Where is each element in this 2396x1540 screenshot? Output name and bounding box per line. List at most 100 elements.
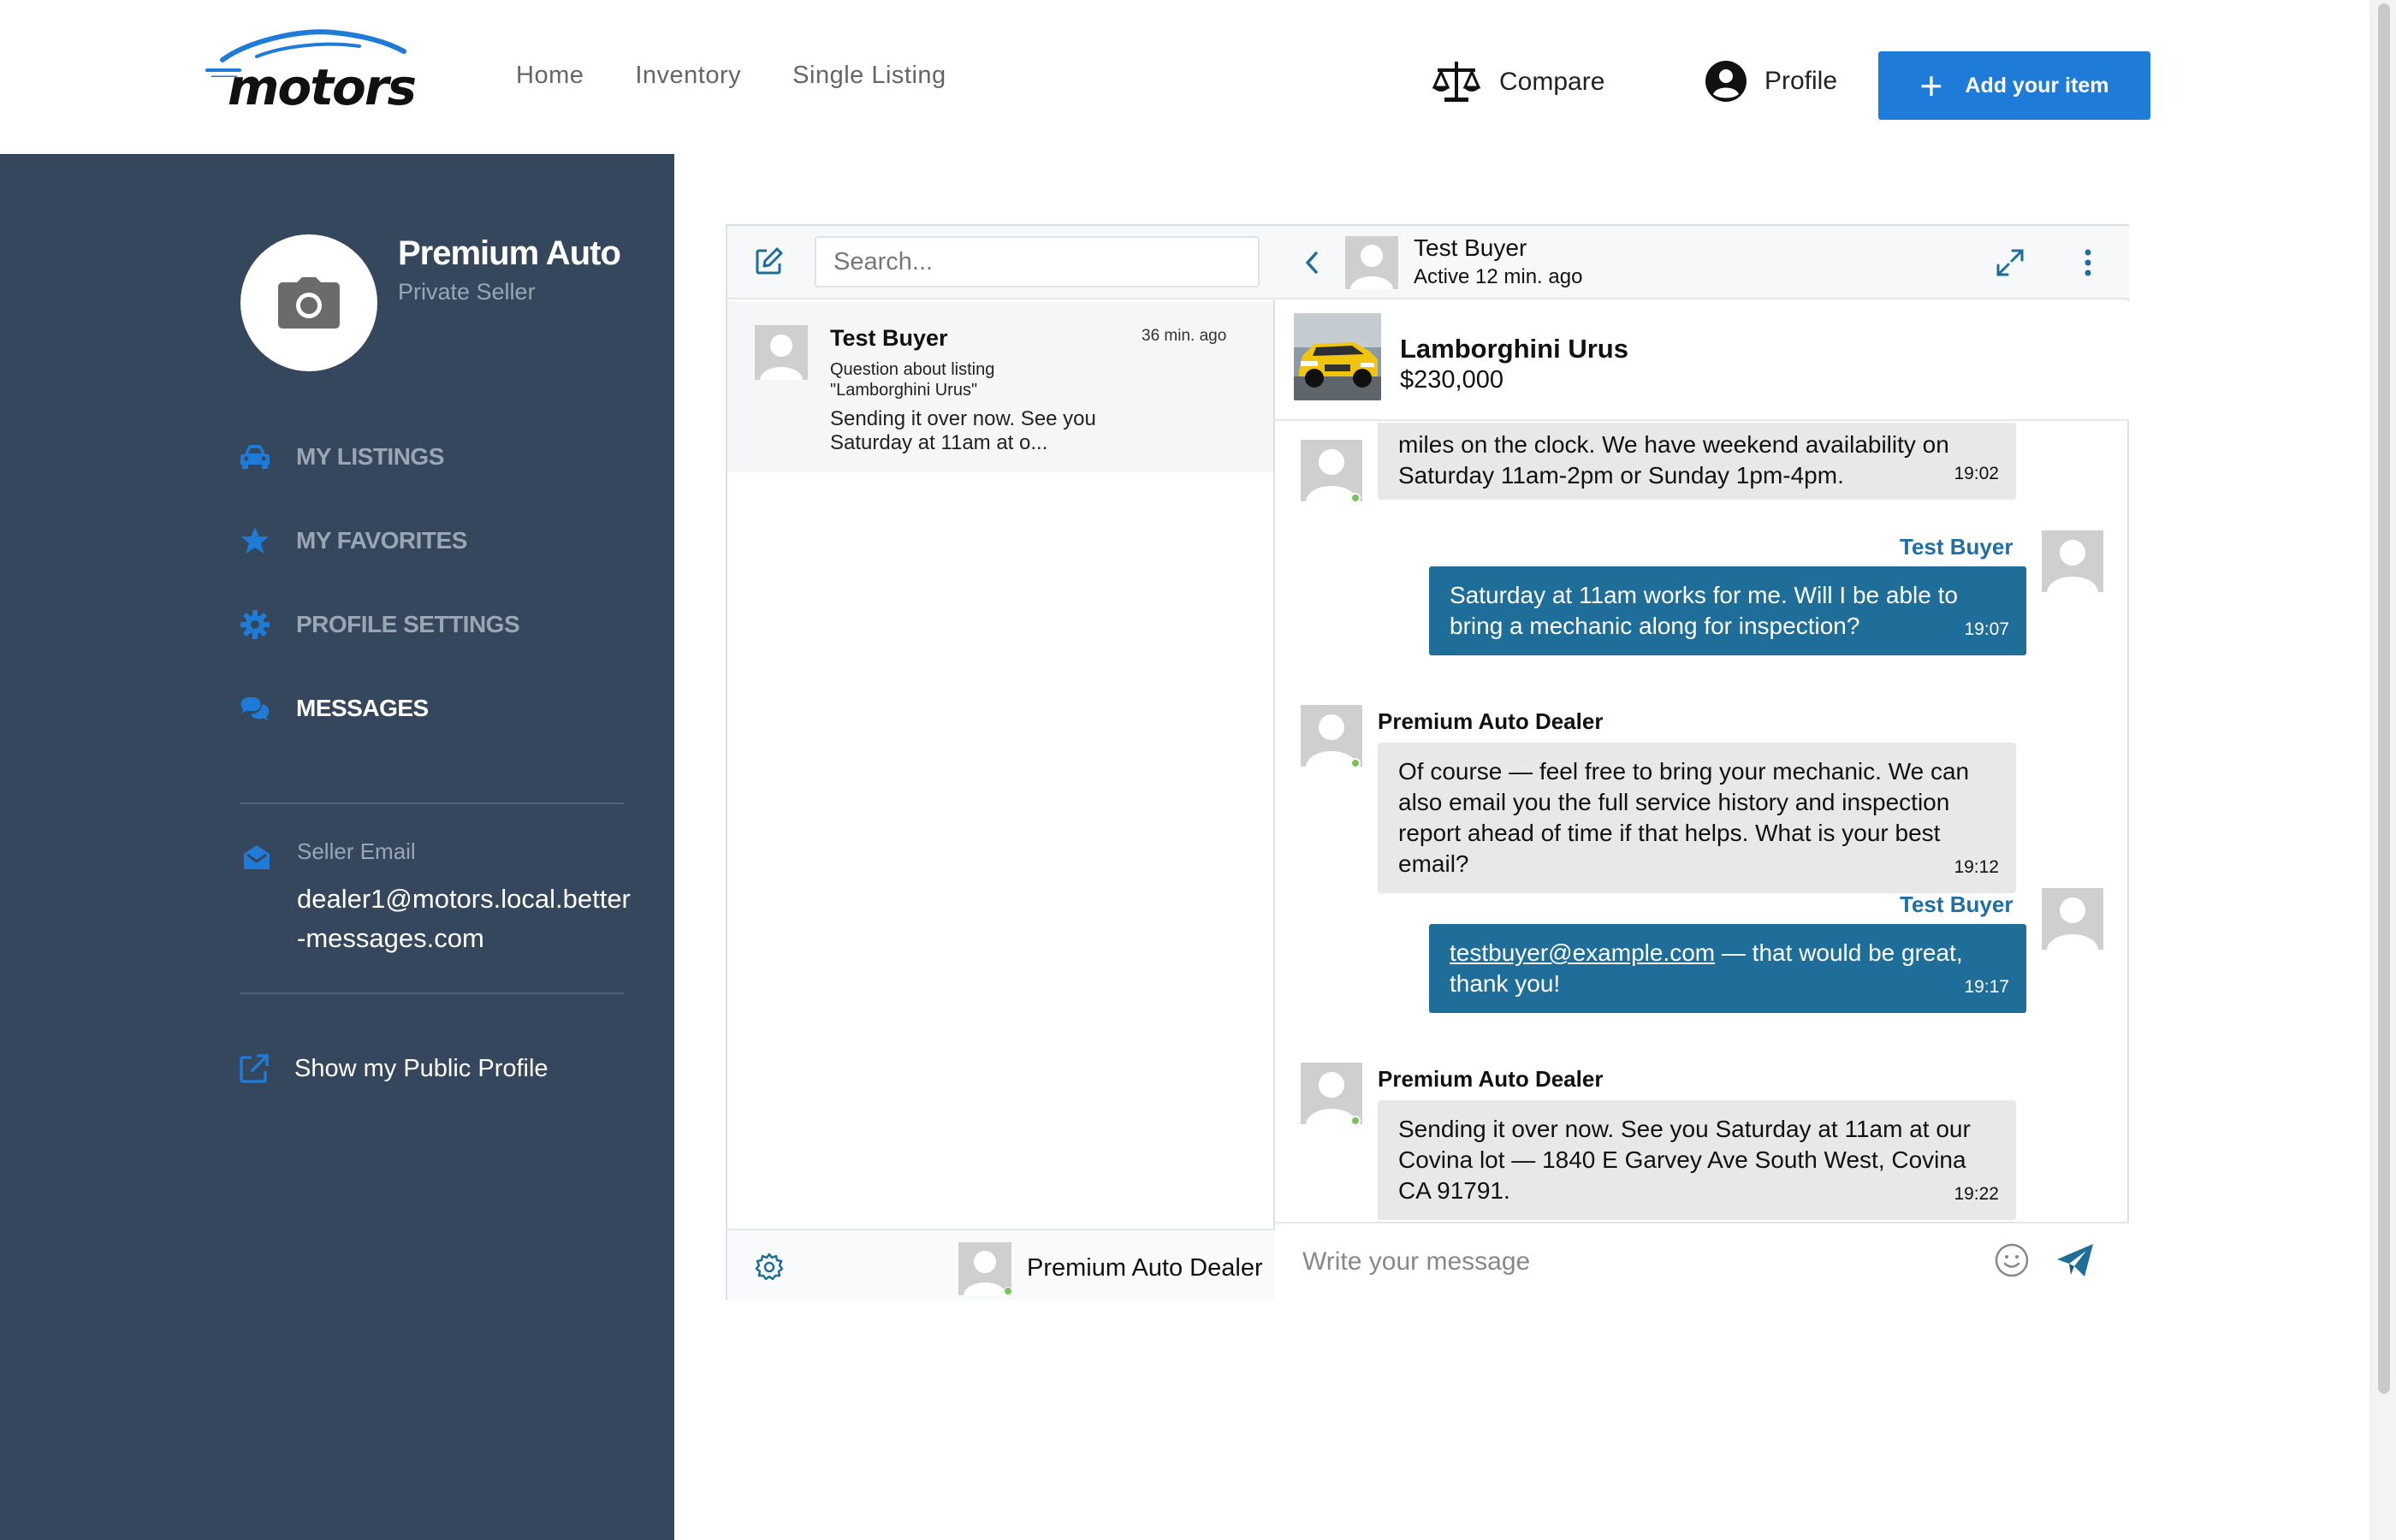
user-silhouette-icon — [2047, 540, 2098, 592]
sidebar-divider — [240, 803, 625, 804]
thread-snippet: Sending it over now. See you Saturday at… — [830, 407, 1096, 454]
thread-time: 36 min. ago — [1142, 327, 1227, 345]
scrollbar-thumb[interactable] — [2378, 3, 2390, 1394]
message-time: 19:02 — [1954, 464, 1999, 483]
thread-subject: Question about listing "Lamborghini Urus… — [830, 360, 995, 400]
thread-item[interactable]: Test Buyer 36 min. ago Question about li… — [727, 301, 1273, 472]
peer-name: Test Buyer — [1414, 234, 1527, 261]
current-user-avatar — [958, 1242, 1011, 1295]
gear-icon — [240, 609, 270, 640]
scales-icon — [1432, 62, 1481, 102]
user-silhouette-icon — [2047, 897, 2098, 950]
message-bubble: Sending it over now. See you Saturday at… — [1378, 1100, 2016, 1220]
message-sender: Test Buyer — [1900, 534, 2013, 560]
public-profile-link[interactable]: Show my Public Profile — [240, 1054, 549, 1083]
buyer-avatar — [2042, 530, 2103, 592]
current-user-name: Premium Auto Dealer — [1027, 1254, 1263, 1282]
message-sender: Premium Auto Dealer — [1378, 708, 1604, 734]
message-text: Of course — feel free to bring your mech… — [1398, 758, 1970, 877]
add-item-button[interactable]: + Add your item — [1878, 51, 2150, 120]
message-sender: Premium Auto Dealer — [1378, 1066, 1604, 1092]
message-sender: Test Buyer — [1900, 891, 2013, 917]
conversation-header: Test Buyer Active 12 min. ago — [1275, 226, 2129, 299]
user-silhouette-icon — [1306, 714, 1357, 767]
message-bubble: Of course — feel free to bring your mech… — [1378, 743, 2016, 893]
car-icon — [240, 441, 270, 472]
nav-inventory[interactable]: Inventory — [635, 62, 741, 90]
menu-my-listings[interactable]: MY LISTINGS — [240, 441, 444, 472]
message-time: 19:12 — [1954, 857, 1999, 877]
seller-type: Private Seller — [398, 279, 536, 305]
user-circle-icon — [1705, 61, 1747, 102]
expand-icon[interactable] — [1996, 248, 2025, 277]
message-input-placeholder: Write your message — [1302, 1247, 1531, 1276]
send-icon[interactable] — [2055, 1242, 2095, 1278]
peer-status: Active 12 min. ago — [1414, 265, 1583, 288]
thread-list-toolbar: Search... — [727, 226, 1275, 299]
dealer-avatar — [1301, 705, 1362, 767]
buyer-avatar — [2042, 888, 2103, 950]
envelope-open-icon — [244, 845, 270, 869]
thread-list-pane: Search... Test Buyer 36 min. ago Questio… — [727, 226, 1275, 1300]
settings-gear-icon[interactable] — [755, 1253, 784, 1282]
nav-single-listing[interactable]: Single Listing — [792, 62, 946, 90]
logo-text: motors — [228, 58, 417, 116]
public-profile-label: Show my Public Profile — [294, 1054, 549, 1082]
message-bubble: Saturday at 11am works for me. Will I be… — [1429, 566, 2026, 655]
message-composer: Write your message — [1275, 1222, 2129, 1300]
message-time: 19:22 — [1954, 1184, 1999, 1204]
seller-name: Premium Auto — [398, 234, 621, 272]
conversation-pane: Test Buyer Active 12 min. ago Lamborghin… — [1275, 226, 2129, 1300]
seller-email-value[interactable]: dealer1@motors.local.better-messages.com — [297, 880, 631, 958]
menu-messages[interactable]: MESSAGES — [240, 693, 429, 724]
user-silhouette-icon — [1350, 245, 1393, 289]
search-placeholder: Search... — [833, 247, 934, 275]
message-text: Sending it over now. See you Saturday at… — [1398, 1116, 1971, 1204]
profile-label: Profile — [1764, 67, 1838, 95]
menu-label: MESSAGES — [296, 695, 429, 721]
message-input[interactable]: Write your message — [1302, 1247, 1530, 1276]
email-link[interactable]: testbuyer@example.com — [1450, 939, 1715, 966]
online-indicator — [1350, 1116, 1361, 1126]
listing-title: Lamborghini Urus — [1400, 334, 1628, 364]
plus-icon: + — [1919, 63, 1943, 108]
user-silhouette-icon — [1306, 1072, 1357, 1124]
online-indicator — [1004, 1287, 1012, 1295]
listing-context-bar[interactable]: Lamborghini Urus $230,000 — [1275, 301, 2129, 421]
add-item-label: Add your item — [1965, 73, 2109, 98]
profile-link[interactable]: Profile — [1705, 60, 1837, 103]
menu-my-favorites[interactable]: MY FAVORITES — [240, 525, 467, 556]
site-header: motors Home Inventory Single Listing Com… — [0, 0, 2370, 154]
user-silhouette-icon — [760, 335, 803, 380]
listing-price: $230,000 — [1400, 366, 1503, 394]
dealer-avatar — [1301, 440, 1362, 501]
emoji-icon[interactable] — [1994, 1242, 2030, 1278]
nav-home[interactable]: Home — [516, 62, 584, 90]
menu-profile-settings[interactable]: PROFILE SETTINGS — [240, 609, 520, 640]
dealer-avatar — [1301, 1063, 1362, 1124]
page-scrollbar[interactable] — [2370, 0, 2396, 1540]
chevron-left-icon[interactable] — [1301, 248, 1321, 277]
message-text: Saturday at 11am works for me. Will I be… — [1450, 582, 1958, 639]
message-list[interactable]: miles on the clock. We have weekend avai… — [1275, 423, 2129, 1230]
peer-avatar — [1345, 236, 1398, 289]
message-text: miles on the clock. We have weekend avai… — [1398, 431, 1949, 489]
compare-link[interactable]: Compare — [1431, 60, 1604, 104]
message-bubble: miles on the clock. We have weekend avai… — [1378, 423, 2016, 500]
new-message-icon[interactable] — [755, 246, 784, 275]
camera-icon — [278, 277, 340, 329]
search-input[interactable]: Search... — [815, 236, 1260, 287]
seller-avatar[interactable] — [240, 234, 377, 371]
message-bubble: testbuyer@example.com — that would be gr… — [1429, 924, 2026, 1013]
more-vertical-icon[interactable] — [2083, 248, 2093, 277]
yellow-suv-image — [1294, 313, 1381, 400]
message-time: 19:07 — [1964, 619, 2009, 639]
menu-label: MY LISTINGS — [296, 443, 444, 470]
motors-logo[interactable]: motors — [205, 26, 417, 116]
menu-label: PROFILE SETTINGS — [296, 611, 520, 637]
online-indicator — [1350, 758, 1361, 768]
star-icon — [240, 525, 270, 556]
listing-thumbnail — [1294, 313, 1381, 400]
account-sidebar: Premium Auto Private Seller MY LISTINGS … — [0, 154, 674, 1540]
message-time: 19:17 — [1964, 977, 2009, 997]
